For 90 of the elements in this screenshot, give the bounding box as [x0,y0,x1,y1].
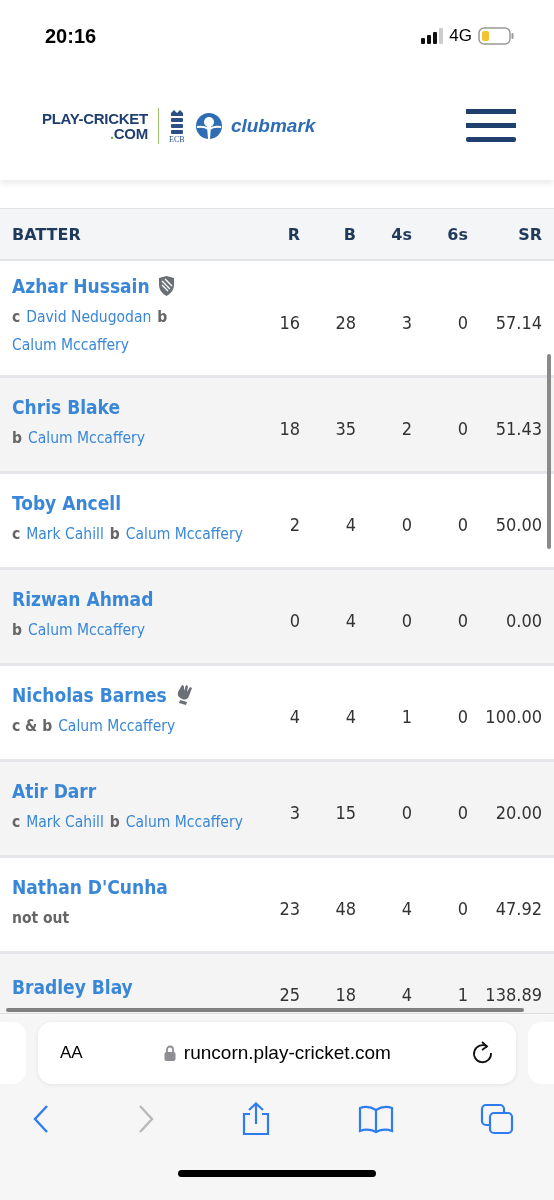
player-link[interactable]: Calum Mccaffery [125,519,243,548]
player-link[interactable]: Calum Mccaffery [58,711,176,740]
stat-value: 2 [400,417,412,439]
dismissal-mode: c [12,811,21,833]
player-link[interactable]: Mark Cahill [26,519,104,548]
batter-name-link[interactable]: Atir Darr [12,779,97,802]
stat-value: 47.92 [494,897,542,919]
stat-value: 0 [400,801,412,823]
stat-value: 35 [334,417,356,439]
stat-value: 25 [278,983,300,1005]
dismissal-mode: b [157,307,168,328]
stat-value: 4 [400,983,412,1005]
bookmarks-icon[interactable] [357,1104,394,1134]
reload-icon[interactable] [472,1041,494,1065]
column-header: B [342,224,356,244]
dismissal-mode: b [12,619,22,641]
stat-value: 0 [456,705,468,727]
stat-value: 1 [400,705,412,727]
dismissal-mode: c & b [12,715,53,737]
column-header: R [286,224,300,244]
stat-value: 138.89 [484,983,542,1005]
stat-value: 28 [334,310,356,333]
stat-value: 18 [334,983,356,1005]
player-link[interactable]: Calum Mccaffery [12,331,130,359]
stat-value: 4 [344,705,356,727]
stat-value: 0 [456,417,468,439]
column-header: SR [517,224,542,244]
stat-value: 23 [278,897,300,919]
clock-time: 20:16 [45,24,97,48]
stat-value: 4 [344,609,356,631]
dismissal-mode: b [109,523,120,545]
stat-value: 20.00 [494,801,542,823]
column-header: 6s [446,224,468,244]
stat-value: 0 [456,897,468,919]
text-size-button[interactable]: AA [60,1043,83,1063]
stat-value: 0 [456,513,468,535]
stat-value: 4 [288,705,300,727]
stat-value: 0 [400,513,412,535]
batter-name-link[interactable]: Rizwan Ahmad [12,587,154,610]
stat-value: 15 [334,801,356,823]
batter-name-link[interactable]: Bradley Blay [12,976,133,998]
stat-value: 3 [288,801,300,823]
batter-name-link[interactable]: Nathan D'Cunha [12,875,168,898]
player-link[interactable]: David Nedugodan [26,303,152,331]
stat-value: 1 [456,983,468,1005]
stat-value: 3 [400,310,412,333]
network-label: 4G [449,26,472,46]
stat-value: 48 [334,897,356,919]
dismissal-mode: b [12,427,22,449]
stat-value: 0 [288,609,300,631]
clubmark-logo[interactable]: clubmark [194,112,316,140]
stat-value: 100.00 [484,705,542,727]
stat-value: 0 [456,801,468,823]
player-link[interactable]: Mark Cahill [26,807,104,836]
player-link[interactable]: Calum Mccaffery [28,423,146,452]
player-link[interactable]: Calum Mccaffery [28,615,146,644]
dismissal-mode: c [12,523,21,545]
address-bar[interactable]: AA runcorn.play-cricket.com [38,1022,516,1084]
play-cricket-logo[interactable]: PLAY-CRICKET .COM [42,111,148,141]
stat-value: 2 [288,513,300,535]
stat-value: 50.00 [494,513,542,535]
player-link[interactable]: Calum Mccaffery [125,807,243,836]
stat-value: 57.14 [494,310,542,333]
stat-value: 51.43 [494,417,542,439]
dismissal-mode: not out [12,907,70,929]
batter-name-link[interactable]: Nicholas Barnes [12,683,167,706]
share-icon[interactable] [241,1102,271,1136]
batter-name-link[interactable]: Chris Blake [12,395,120,418]
lock-icon [163,1045,176,1061]
ecb-logo[interactable]: ECB [168,108,185,144]
stat-value: 4 [344,513,356,535]
stat-value: 4 [400,897,412,919]
stat-value: 0 [456,609,468,631]
stat-value: 0 [400,609,412,631]
url-text: runcorn.play-cricket.com [183,1042,391,1064]
column-header: 4s [390,224,412,244]
signal-icon [421,28,444,44]
tabs-icon[interactable] [480,1103,514,1135]
stat-value: 16 [278,310,300,333]
dismissal-mode: b [109,811,120,833]
battery-icon [478,27,514,45]
dismissal-mode: c [12,307,21,328]
menu-icon[interactable] [466,109,516,143]
stat-value: 18 [278,417,300,439]
back-icon[interactable] [32,1104,50,1134]
stat-value: 0.00 [504,609,542,631]
stat-value: 0 [456,310,468,333]
batter-name-link[interactable]: Azhar Hussain [12,275,150,297]
batter-name-link[interactable]: Toby Ancell [12,491,122,514]
column-header: BATTER [12,224,82,244]
